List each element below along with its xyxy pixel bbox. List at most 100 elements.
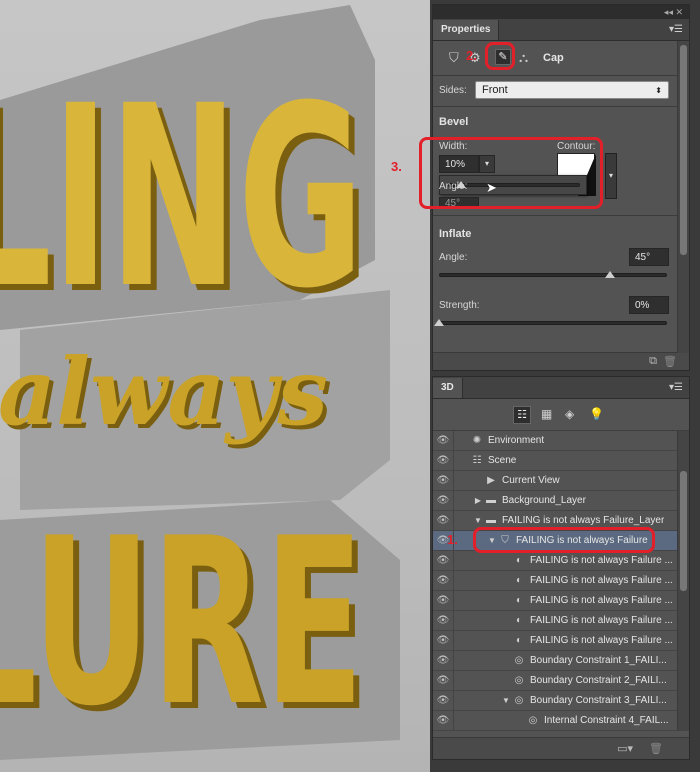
- layer-row[interactable]: 👁 ◐ FAILING is not always Failure ...: [433, 550, 677, 571]
- properties-topbar[interactable]: ◂◂ ✕: [433, 5, 689, 19]
- word-lure-face: LURE: [0, 490, 364, 757]
- double-chevron-icon[interactable]: ◂◂ ✕: [664, 7, 683, 18]
- tab-properties[interactable]: Properties: [433, 20, 500, 40]
- layer-label: Environment: [488, 435, 545, 446]
- mode-icon-row: ⛉ ⚙ ✎ ⛬ Cap 2.: [433, 41, 689, 75]
- visibility-eye-icon[interactable]: 👁: [433, 575, 453, 586]
- layer-row[interactable]: 👁 ◐ FAILING is not always Failure ...: [433, 630, 677, 651]
- layer-row[interactable]: 👁 ▶ Current View: [433, 470, 677, 491]
- tab-3d[interactable]: 3D: [433, 378, 463, 398]
- panel-menu-icon[interactable]: ▾☰: [669, 382, 683, 393]
- up-down-arrows-icon: ⬍: [655, 85, 662, 95]
- lights-icon[interactable]: 💡: [589, 407, 604, 421]
- visibility-eye-icon[interactable]: 👁: [433, 455, 453, 466]
- word-lure: LURE LURE: [0, 490, 370, 763]
- row-divider: [453, 510, 454, 531]
- material-icon: ◐: [515, 615, 523, 626]
- expand-triangle-icon[interactable]: ▼: [500, 696, 512, 705]
- panel-menu-icon[interactable]: ▾☰: [669, 24, 683, 35]
- threed-scrollbar-thumb[interactable]: [680, 471, 687, 591]
- sides-select[interactable]: Front ⬍: [475, 81, 669, 99]
- visibility-eye-icon[interactable]: 👁: [433, 655, 453, 666]
- constraint-icon: ◎: [528, 715, 538, 726]
- row-divider: [453, 470, 454, 491]
- row-divider: [453, 670, 454, 691]
- folder-icon: ▬: [486, 515, 496, 526]
- document-canvas[interactable]: LING LING always always LURE LURE: [0, 0, 430, 772]
- layer-label: Boundary Constraint 3_FAILI...: [530, 695, 667, 706]
- row-divider: [453, 550, 454, 571]
- layer-label: Boundary Constraint 1_FAILI...: [530, 655, 667, 666]
- visibility-eye-icon[interactable]: 👁: [433, 615, 453, 626]
- strength-field[interactable]: 0%: [629, 296, 669, 314]
- layer-row[interactable]: 👁 ▶ ▬ Background_Layer: [433, 490, 677, 511]
- word-always: always always: [0, 338, 332, 450]
- expand-triangle-icon[interactable]: ▼: [472, 516, 484, 525]
- material-icon: ◐: [515, 635, 523, 646]
- bevel-title: Bevel: [439, 116, 469, 128]
- visibility-eye-icon[interactable]: 👁: [433, 515, 453, 526]
- annotation-number-2: 2.: [466, 48, 477, 63]
- inflate-angle-field[interactable]: 45°: [629, 248, 669, 266]
- layer-label: Scene: [488, 455, 517, 466]
- visibility-eye-icon[interactable]: 👁: [433, 495, 453, 506]
- layer-label: Internal Constraint 4_FAIL...: [544, 715, 669, 726]
- threed-panel: 3D ▾☰ ☷ ▦ ◈ 💡 👁 ✺ Environment 👁 ☷ Scene 👁 ▶ Curr…: [432, 376, 690, 760]
- coordinates-icon[interactable]: ⛬: [519, 50, 528, 66]
- visibility-eye-icon[interactable]: 👁: [433, 675, 453, 686]
- properties-scrollbar[interactable]: [677, 41, 689, 353]
- layer-row[interactable]: 👁 ✺ Environment: [433, 431, 677, 451]
- constraint-icon: ◎: [514, 695, 524, 706]
- layer-row[interactable]: 👁 ▼ ◎ Boundary Constraint 3_FAILI...: [433, 690, 677, 711]
- layer-row[interactable]: 👁 ◐ FAILING is not always Failure ...: [433, 570, 677, 591]
- layer-row[interactable]: 👁 ◐ FAILING is not always Failure ...: [433, 590, 677, 611]
- visibility-eye-icon[interactable]: 👁: [433, 475, 453, 486]
- layer-label: FAILING is not always Failure ...: [530, 635, 673, 646]
- layer-row[interactable]: 👁 ◎ Internal Constraint 4_FAIL...: [433, 710, 677, 731]
- layer-label: FAILING is not always Failure_Layer: [502, 515, 665, 526]
- threed-scrollbar[interactable]: [677, 431, 689, 731]
- layer-row[interactable]: 👁 ◎ Boundary Constraint 1_FAILI...: [433, 650, 677, 671]
- camera-icon: ▶: [487, 475, 495, 486]
- strength-slider-track[interactable]: [439, 321, 667, 325]
- layer-row[interactable]: 👁 ☷ Scene: [433, 450, 677, 471]
- material-icon: ◐: [515, 595, 523, 606]
- mesh-icon[interactable]: ⛉: [449, 50, 459, 66]
- constraint-icon: ◎: [514, 675, 524, 686]
- row-divider: [453, 450, 454, 471]
- visibility-eye-icon[interactable]: 👁: [433, 635, 453, 646]
- annotation-number-1: 1.: [447, 532, 458, 547]
- inflate-angle-slider-track[interactable]: [439, 273, 667, 277]
- row-divider: [453, 690, 454, 711]
- sides-value: Front: [482, 84, 508, 96]
- meshes-icon[interactable]: ▦: [541, 407, 552, 421]
- inflate-angle-slider-thumb[interactable]: [605, 271, 615, 278]
- whole-scene-icon[interactable]: ☷: [513, 406, 531, 424]
- trash-icon[interactable]: 🗑: [663, 355, 677, 368]
- layer-row[interactable]: 👁 ◐ FAILING is not always Failure ...: [433, 610, 677, 631]
- word-always-face: always: [0, 338, 328, 446]
- row-divider: [453, 431, 454, 451]
- visibility-eye-icon[interactable]: 👁: [433, 595, 453, 606]
- visibility-eye-icon[interactable]: 👁: [433, 715, 453, 726]
- render-icon[interactable]: ⧉: [649, 355, 657, 368]
- row-divider: [453, 630, 454, 651]
- layer-row[interactable]: 👁 ◎ Boundary Constraint 2_FAILI...: [433, 670, 677, 691]
- visibility-eye-icon[interactable]: 👁: [433, 555, 453, 566]
- threed-tab-row: 3D ▾☰: [433, 377, 689, 399]
- inflate-angle-label: Angle:: [439, 252, 468, 263]
- layer-label: FAILING is not always Failure ...: [530, 595, 673, 606]
- new-object-icon[interactable]: ▭▾: [617, 742, 633, 755]
- annotation-box-2: [485, 42, 515, 70]
- properties-scrollbar-thumb[interactable]: [680, 45, 687, 255]
- expand-triangle-icon[interactable]: ▶: [472, 496, 484, 505]
- contour-dropdown-button[interactable]: ▾: [605, 153, 617, 199]
- strength-slider-thumb[interactable]: [434, 319, 444, 326]
- visibility-eye-icon[interactable]: 👁: [433, 695, 453, 706]
- material-icon: ◐: [515, 555, 523, 566]
- materials-icon[interactable]: ◈: [565, 407, 574, 421]
- row-divider: [453, 570, 454, 591]
- visibility-eye-icon[interactable]: 👁: [433, 435, 453, 446]
- trash-icon[interactable]: 🗑: [649, 742, 663, 755]
- bevel-section: Bevel Width: 10% ▾ Contour: ▾ ➤ Angle: 4…: [391, 107, 689, 215]
